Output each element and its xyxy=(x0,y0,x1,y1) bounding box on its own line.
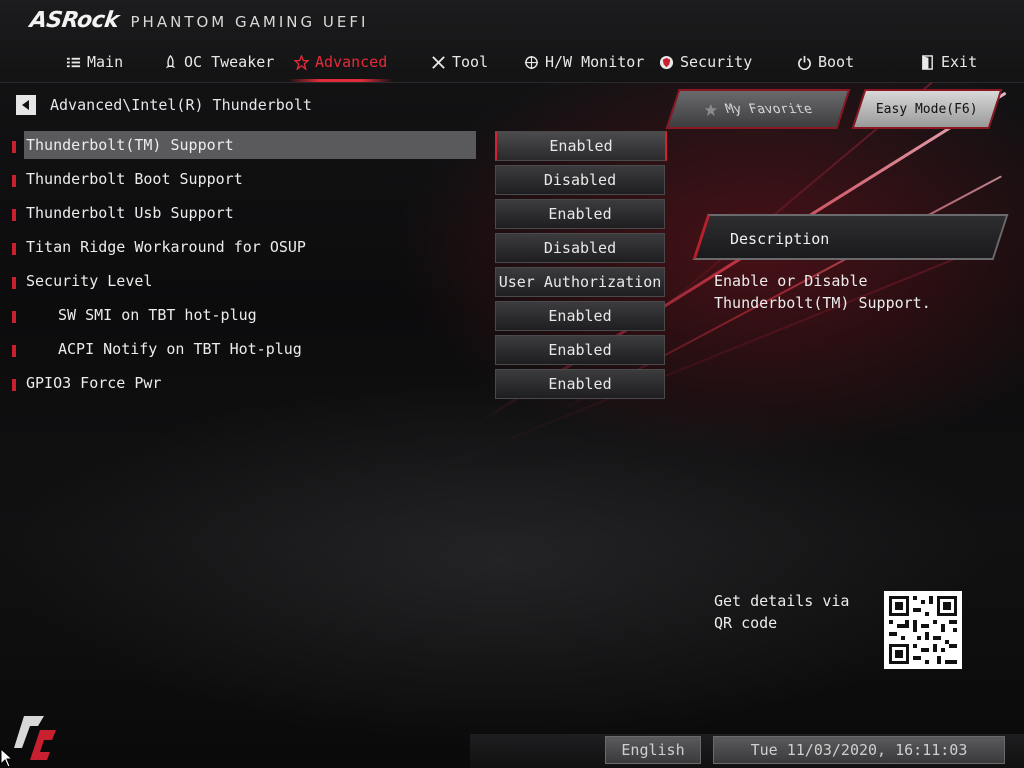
setting-value-dropdown[interactable]: Enabled xyxy=(495,199,665,229)
setting-value-dropdown[interactable]: Enabled xyxy=(495,335,665,365)
row-marker xyxy=(12,311,16,323)
tab-main[interactable]: Main xyxy=(66,50,123,74)
tab-label: OC Tweaker xyxy=(184,53,275,71)
power-icon xyxy=(798,55,811,70)
settings-list: Thunderbolt(TM) Support Enabled Thunderb… xyxy=(10,131,670,403)
setting-row-sw-smi-hot-plug[interactable]: SW SMI on TBT hot-plug Enabled xyxy=(10,301,670,335)
tab-security[interactable]: Security xyxy=(659,50,752,74)
description-title: Description xyxy=(730,230,830,248)
tab-label: Boot xyxy=(818,53,855,71)
header-bar: ASRock PHANTOM GAMING UEFI Main OC Tweak… xyxy=(0,0,1024,83)
setting-row-security-level[interactable]: Security Level User Authorization xyxy=(10,267,670,301)
list-icon xyxy=(66,57,81,67)
breadcrumb-path: Advanced\Intel(R) Thunderbolt xyxy=(50,96,312,114)
exit-door-icon xyxy=(922,54,933,70)
easy-mode-label: Easy Mode(F6) xyxy=(876,101,978,117)
setting-value-dropdown[interactable]: Disabled xyxy=(495,165,665,195)
crosshair-icon xyxy=(524,55,539,69)
tab-label: H/W Monitor xyxy=(545,53,645,71)
my-favorite-button[interactable]: My Favorite xyxy=(665,89,851,129)
shield-icon xyxy=(659,55,674,69)
setting-row-thunderbolt-usb-support[interactable]: Thunderbolt Usb Support Enabled xyxy=(10,199,670,233)
tab-oc-tweaker[interactable]: OC Tweaker xyxy=(163,50,274,74)
setting-label[interactable]: ACPI Notify on TBT Hot-plug xyxy=(58,335,302,363)
setting-row-thunderbolt-support[interactable]: Thunderbolt(TM) Support Enabled xyxy=(10,131,670,165)
tab-exit[interactable]: Exit xyxy=(920,50,977,74)
qr-code-image xyxy=(884,591,962,669)
row-marker xyxy=(12,345,16,357)
setting-label[interactable]: Security Level xyxy=(26,267,152,295)
setting-label[interactable]: GPIO3 Force Pwr xyxy=(26,369,161,397)
setting-label[interactable]: Thunderbolt Usb Support xyxy=(26,199,234,227)
tab-label: Main xyxy=(87,53,124,71)
row-marker xyxy=(12,209,16,221)
tab-label: Security xyxy=(680,53,753,71)
description-text: Enable or Disable Thunderbolt(TM) Suppor… xyxy=(714,272,931,312)
tab-label: Advanced xyxy=(315,53,388,71)
breadcrumb: Advanced\Intel(R) Thunderbolt xyxy=(16,95,312,115)
tab-advanced[interactable]: Advanced xyxy=(287,50,394,82)
language-button[interactable]: English xyxy=(605,736,701,764)
row-marker xyxy=(12,379,16,391)
my-favorite-label: My Favorite xyxy=(723,101,815,117)
brand-logo: ASRock xyxy=(28,8,121,33)
tab-label: Tool xyxy=(452,53,489,71)
phantom-gaming-logo xyxy=(14,716,56,760)
setting-row-gpio3-force-pwr[interactable]: GPIO3 Force Pwr Enabled xyxy=(10,369,670,403)
star-icon xyxy=(704,102,718,116)
setting-value-dropdown[interactable]: User Authorization xyxy=(495,267,665,297)
setting-value-dropdown[interactable]: Enabled xyxy=(495,369,665,399)
tab-hw-monitor[interactable]: H/W Monitor xyxy=(524,50,644,74)
setting-label[interactable]: SW SMI on TBT hot-plug xyxy=(58,301,257,329)
setting-label[interactable]: Titan Ridge Workaround for OSUP xyxy=(26,233,306,261)
main-nav: Main OC Tweaker Advanced Tool H/W Monito… xyxy=(0,50,1024,82)
row-marker xyxy=(12,141,16,153)
qr-caption: Get details via QR code xyxy=(714,592,850,632)
setting-row-thunderbolt-boot-support[interactable]: Thunderbolt Boot Support Disabled xyxy=(10,165,670,199)
tab-tool[interactable]: Tool xyxy=(431,50,488,74)
setting-row-acpi-notify-hot-plug[interactable]: ACPI Notify on TBT Hot-plug Enabled xyxy=(10,335,670,369)
logo: ASRock PHANTOM GAMING UEFI xyxy=(28,8,369,33)
star-icon xyxy=(294,54,309,70)
app-subtitle: PHANTOM GAMING UEFI xyxy=(130,13,369,31)
rocket-icon xyxy=(165,54,176,68)
row-marker xyxy=(12,277,16,289)
row-marker xyxy=(12,175,16,187)
mouse-cursor-icon xyxy=(0,748,12,768)
row-marker xyxy=(12,243,16,255)
tools-icon xyxy=(432,55,445,69)
datetime-display: Tue 11/03/2020, 16:11:03 xyxy=(713,736,1005,764)
setting-label[interactable]: Thunderbolt(TM) Support xyxy=(26,131,234,159)
setting-value-dropdown[interactable]: Enabled xyxy=(495,131,667,161)
easy-mode-button[interactable]: Easy Mode(F6) xyxy=(851,89,1003,129)
setting-row-titan-ridge-workaround[interactable]: Titan Ridge Workaround for OSUP Disabled xyxy=(10,233,670,267)
setting-value-dropdown[interactable]: Disabled xyxy=(495,233,665,263)
setting-label[interactable]: Thunderbolt Boot Support xyxy=(26,165,243,193)
setting-value-dropdown[interactable]: Enabled xyxy=(495,301,665,331)
tab-label: Exit xyxy=(941,53,978,71)
tab-boot[interactable]: Boot xyxy=(797,50,854,74)
back-arrow-icon[interactable] xyxy=(16,95,36,115)
